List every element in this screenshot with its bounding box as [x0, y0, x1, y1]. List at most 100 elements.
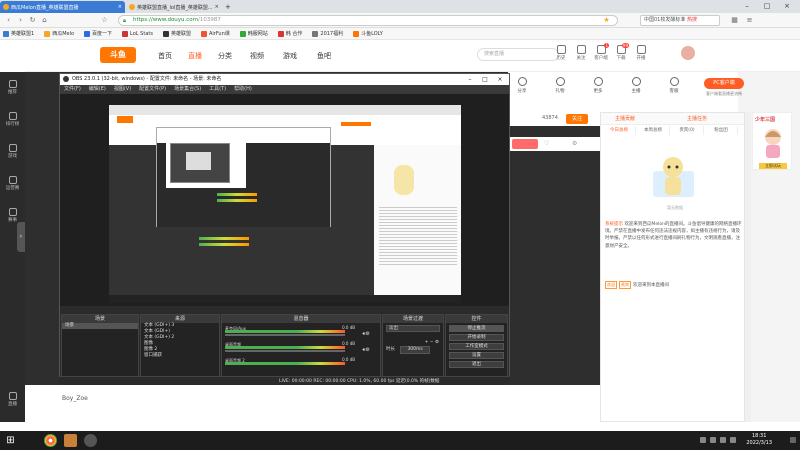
- fan-badge[interactable]: [512, 139, 538, 149]
- studio-mode-button[interactable]: 工作室模式: [449, 343, 504, 350]
- sidebar-item-ops[interactable]: 运营赛: [0, 176, 25, 191]
- settings-icon[interactable]: ⚙: [572, 140, 577, 147]
- favorite-star-icon[interactable]: ★: [602, 16, 611, 25]
- chat-scrollbar[interactable]: [745, 112, 751, 422]
- bookmark-star-icon[interactable]: ☆: [100, 16, 109, 25]
- maximize-icon[interactable]: □: [760, 1, 774, 12]
- client-button[interactable]: 1 客户端: [590, 43, 612, 61]
- bookmark-item[interactable]: 韩 合作: [277, 30, 302, 37]
- sidebar-item-live[interactable]: 直播: [0, 392, 25, 407]
- forward-icon[interactable]: ›: [16, 16, 25, 25]
- tab-week[interactable]: 本周总榜: [637, 126, 670, 135]
- settings-button[interactable]: 设置: [449, 352, 504, 359]
- douyu-app-icon[interactable]: [64, 434, 77, 447]
- user-avatar[interactable]: [681, 46, 695, 60]
- close-tab-icon[interactable]: ×: [116, 4, 122, 10]
- tab-today[interactable]: 今日总榜: [603, 126, 636, 135]
- menu-edit[interactable]: 编辑(E): [89, 85, 106, 94]
- ad-play-button[interactable]: 立即试玩: [759, 163, 787, 169]
- duration-input[interactable]: 300ms: [400, 346, 430, 354]
- sidebar-item-recommend[interactable]: 推荐: [0, 80, 25, 95]
- menu-view[interactable]: 视图(V): [114, 85, 131, 94]
- bookmark-item[interactable]: 韩服网站: [239, 30, 268, 37]
- new-tab-button[interactable]: +: [222, 1, 232, 13]
- chrome-icon[interactable]: [44, 434, 57, 447]
- exit-button[interactable]: 退出: [449, 361, 504, 368]
- bookmark-item[interactable]: AirFun课: [200, 30, 230, 37]
- url-input[interactable]: 🔒︎ https://www.douyu.com/103987: [118, 15, 618, 26]
- bookmark-item[interactable]: 西瓜Melo: [44, 30, 74, 37]
- bookmark-item[interactable]: LoL Stats: [122, 30, 153, 37]
- back-icon[interactable]: ‹: [4, 16, 13, 25]
- sidebar-item-rank[interactable]: 排行榜: [0, 112, 25, 127]
- follow-button[interactable]: 关注: [570, 45, 592, 61]
- extensions-icon[interactable]: ▦: [730, 16, 739, 25]
- start-live-button[interactable]: 开播: [630, 45, 652, 61]
- more-button[interactable]: 更多: [584, 77, 612, 94]
- menu-help[interactable]: 帮助(H): [234, 85, 252, 94]
- volume-slider[interactable]: [225, 334, 345, 336]
- network-icon[interactable]: [730, 437, 736, 443]
- gift-button[interactable]: 礼物: [546, 77, 574, 94]
- menu-scene-collection[interactable]: 场景集合(S): [174, 85, 201, 94]
- transition-select[interactable]: 淡出: [386, 325, 440, 332]
- volume-icon[interactable]: [720, 437, 726, 443]
- douyu-logo[interactable]: 斗鱼: [100, 47, 136, 63]
- speaker-icon[interactable]: 🔊︎⚙: [362, 331, 370, 337]
- nav-live[interactable]: 直播: [188, 51, 202, 61]
- nav-video[interactable]: 视频: [250, 51, 264, 61]
- tray-icon[interactable]: [700, 437, 706, 443]
- tab-vip[interactable]: 贵宾(0): [671, 126, 704, 135]
- speaker-icon[interactable]: 🔊︎⚙: [362, 347, 370, 353]
- site-search-input[interactable]: 搜索直播: [477, 48, 559, 61]
- menu-icon[interactable]: ≡: [745, 16, 754, 25]
- minimize-icon[interactable]: –: [740, 1, 754, 12]
- nav-yuba[interactable]: 鱼吧: [317, 51, 331, 61]
- bookmark-item[interactable]: 英雄联盟1: [3, 30, 34, 37]
- notification-icon[interactable]: [790, 437, 796, 443]
- bookmark-item[interactable]: 2017福利: [312, 30, 343, 37]
- close-tab-icon[interactable]: ×: [213, 4, 219, 10]
- sidebar-item-match[interactable]: 赛事: [0, 208, 25, 223]
- service-button[interactable]: 客服: [660, 77, 688, 94]
- follow-button[interactable]: 关注: [566, 114, 588, 124]
- bookmark-item[interactable]: 百度一下: [84, 30, 112, 37]
- share-button[interactable]: 分享: [508, 77, 536, 94]
- tab-fans[interactable]: 粉丝团: [705, 126, 738, 135]
- menu-profile[interactable]: 配置文件(P): [139, 85, 166, 94]
- obs-preview[interactable]: [60, 94, 509, 306]
- game-ad[interactable]: 少年三国 立即试玩: [752, 112, 792, 170]
- nav-home[interactable]: 首页: [158, 51, 172, 61]
- obs-minimize-icon[interactable]: –: [463, 74, 477, 85]
- source-item[interactable]: 窗口捕获: [141, 353, 219, 359]
- bookmark-item[interactable]: 英雄联盟: [162, 30, 191, 37]
- tab-anchor-contribution[interactable]: 主播贡献: [615, 115, 635, 122]
- sidebar-toggle-button[interactable]: ›: [17, 222, 25, 252]
- tab-anchor-task[interactable]: 主播任务: [687, 115, 707, 122]
- stop-stream-button[interactable]: 停止推流: [449, 325, 504, 332]
- menu-tools[interactable]: 工具(T): [209, 85, 226, 94]
- bookmark-item[interactable]: 斗鱼LOLY: [353, 30, 383, 37]
- sidebar-item-game[interactable]: 游戏: [0, 144, 25, 159]
- nav-category[interactable]: 分类: [218, 51, 232, 61]
- download-button[interactable]: 99 下载: [610, 43, 632, 61]
- menu-file[interactable]: 文件(F): [64, 85, 81, 94]
- browser-tab[interactable]: 英雄联盟直播_lol直播_英雄联盟... ×: [126, 1, 221, 13]
- heart-outline-icon[interactable]: ♡: [544, 140, 549, 147]
- close-window-icon[interactable]: ×: [780, 1, 794, 12]
- obs-close-icon[interactable]: ×: [493, 74, 507, 85]
- scene-item[interactable]: 场景: [62, 323, 138, 329]
- obs-app-icon[interactable]: [84, 434, 97, 447]
- start-record-button[interactable]: 开始录制: [449, 334, 504, 341]
- windows-start-icon[interactable]: ⊞: [4, 434, 17, 447]
- refresh-icon[interactable]: ↻: [28, 16, 37, 25]
- browser-search-input[interactable]: 中国01枚发酵标准 热搜: [640, 15, 720, 26]
- clock[interactable]: 18:31 2022/3/13: [746, 433, 772, 447]
- volume-slider[interactable]: [225, 350, 345, 352]
- nav-game[interactable]: 游戏: [283, 51, 297, 61]
- pc-client-button[interactable]: PC客户端: [704, 78, 744, 89]
- obs-maximize-icon[interactable]: □: [478, 74, 492, 85]
- browser-tab-active[interactable]: 西瓜Melon直播_英雄联盟直播 ×: [0, 1, 125, 13]
- tray-icon[interactable]: [710, 437, 716, 443]
- anchor-button[interactable]: 主播: [622, 77, 650, 94]
